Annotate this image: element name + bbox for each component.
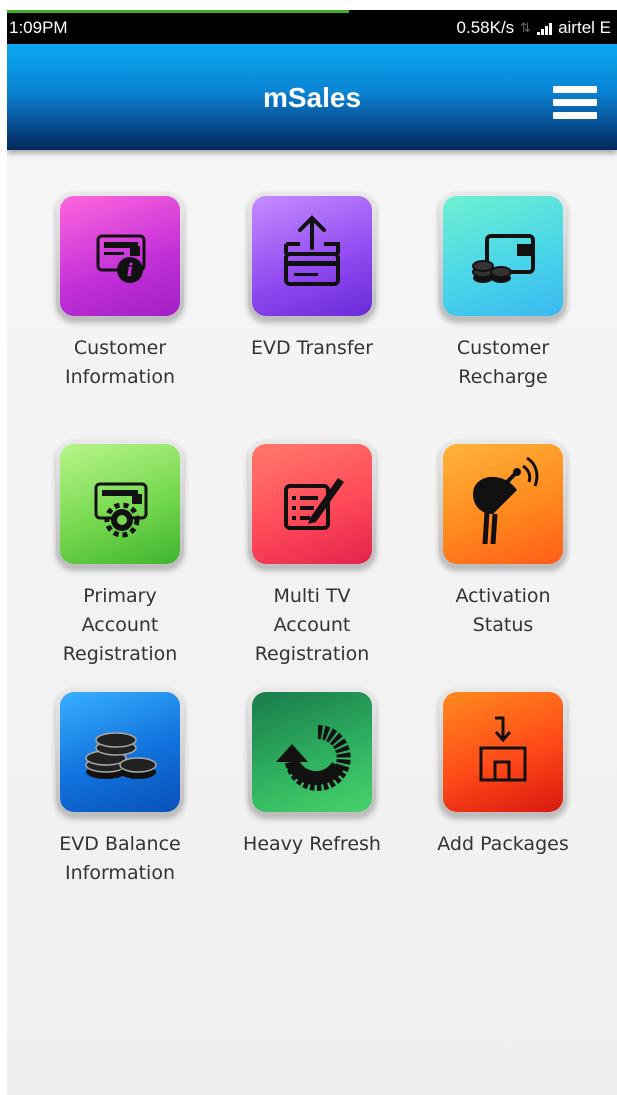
data-transfer-icon: ⇅	[520, 20, 532, 35]
network-speed: 0.58K/s	[456, 18, 515, 37]
tile-icon-frame: i	[56, 192, 184, 320]
app-header: mSales	[7, 44, 617, 150]
tile-add-packages[interactable]: Add Packages	[413, 688, 593, 859]
carrier-name: airtel E	[558, 18, 611, 37]
tile-label: Customer Recharge	[456, 337, 550, 388]
customer-information-icon: i	[60, 196, 180, 316]
heavy-refresh-icon	[252, 692, 372, 812]
status-bar: 1:09PM 0.58K/s ⇅ airtel E	[7, 10, 617, 44]
multi-tv-account-registration-icon	[252, 444, 372, 564]
primary-account-registration-icon	[60, 444, 180, 564]
tile-icon-frame	[439, 192, 567, 320]
tile-primary-account-registration[interactable]: Primary Account Registration	[30, 440, 210, 669]
evd-balance-information-icon	[60, 692, 180, 812]
status-right: 0.58K/s ⇅ airtel E	[457, 18, 611, 38]
add-packages-icon	[443, 692, 563, 812]
tile-customer-information[interactable]: i Customer Information	[30, 192, 210, 392]
customer-recharge-icon	[443, 196, 563, 316]
tile-label: Customer Information	[65, 337, 175, 388]
signal-strength-icon	[537, 21, 553, 35]
tile-icon-frame	[248, 440, 376, 568]
svg-text:i: i	[127, 260, 134, 281]
tile-label: Activation Status	[455, 585, 551, 636]
tile-label: EVD Balance Information	[59, 833, 181, 884]
tile-icon-frame	[248, 688, 376, 816]
tile-icon-frame	[439, 440, 567, 568]
tile-label: Multi TV Account Registration	[254, 585, 370, 665]
tile-multi-tv-account-registration[interactable]: Multi TV Account Registration	[222, 440, 402, 669]
tile-label: Add Packages	[437, 833, 569, 855]
tile-icon-frame	[439, 688, 567, 816]
tile-label: EVD Transfer	[250, 337, 374, 359]
tile-activation-status[interactable]: Activation Status	[413, 440, 593, 640]
tile-evd-balance-information[interactable]: EVD Balance Information	[30, 688, 210, 888]
tile-label: Heavy Refresh	[243, 833, 381, 855]
tile-icon-frame	[248, 192, 376, 320]
activation-status-icon	[443, 444, 563, 564]
tile-customer-recharge[interactable]: Customer Recharge	[413, 192, 593, 392]
tile-heavy-refresh[interactable]: Heavy Refresh	[222, 688, 402, 859]
tile-evd-transfer[interactable]: EVD Transfer	[222, 192, 402, 363]
page-load-progress	[7, 10, 349, 13]
app-screen: 1:09PM 0.58K/s ⇅ airtel E mSales i Custo…	[7, 10, 617, 1095]
tile-icon-frame	[56, 440, 184, 568]
tile-icon-frame	[56, 688, 184, 816]
evd-transfer-icon	[252, 196, 372, 316]
status-time: 1:09PM	[9, 18, 68, 37]
tile-label: Primary Account Registration	[62, 585, 178, 665]
app-title: mSales	[262, 82, 362, 113]
hamburger-menu-icon[interactable]	[553, 86, 599, 120]
